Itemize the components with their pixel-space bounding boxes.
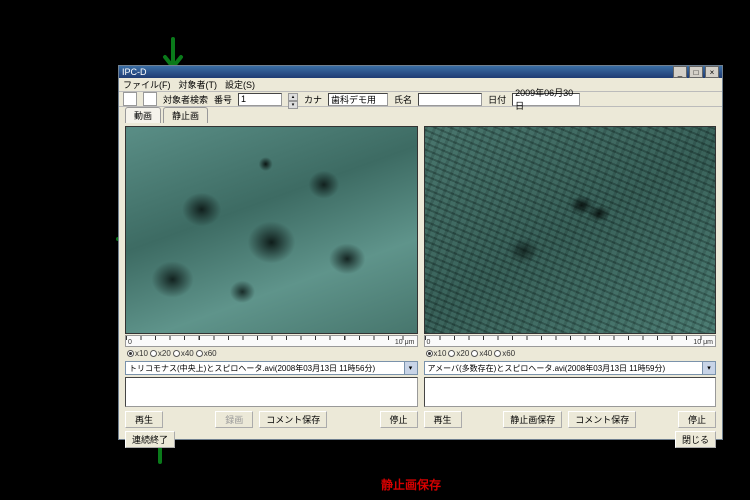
left-zoom-row: x10 x20 x40 x60 bbox=[125, 347, 418, 359]
kana-field[interactable]: 歯科デモ用 bbox=[328, 93, 388, 106]
chevron-up-icon[interactable]: ▴ bbox=[288, 93, 298, 101]
zoom-x60-radio[interactable] bbox=[196, 350, 203, 357]
search-label: 対象者検索 bbox=[163, 93, 208, 106]
window-title: IPC-D bbox=[122, 67, 673, 77]
tab-still[interactable]: 静止画 bbox=[163, 107, 208, 123]
footer-close-button[interactable]: 閉じる bbox=[675, 431, 716, 448]
left-panel: 0 10 μm x10 x20 x40 x60 トリコモナス(中央上)とスピロヘ… bbox=[125, 126, 418, 428]
left-play-button[interactable]: 再生 bbox=[125, 411, 163, 428]
zoom-x20-radio[interactable] bbox=[448, 350, 455, 357]
tab-video[interactable]: 動画 bbox=[125, 107, 161, 123]
right-save-comment-button[interactable]: コメント保存 bbox=[568, 411, 636, 428]
name-field[interactable] bbox=[418, 93, 482, 106]
maximize-button[interactable]: □ bbox=[689, 66, 703, 78]
right-zoom-row: x10 x20 x40 x60 bbox=[424, 347, 717, 359]
ruler-unit: 10 μm bbox=[693, 339, 713, 346]
zoom-x10-radio[interactable] bbox=[127, 350, 134, 357]
close-button[interactable]: × bbox=[705, 66, 719, 78]
toolbar-icon-2[interactable] bbox=[143, 92, 157, 106]
annotation-arrow-top bbox=[161, 33, 185, 67]
left-microscope-image bbox=[125, 126, 418, 334]
titlebar: IPC-D _ □ × bbox=[119, 66, 722, 78]
zoom-x40-radio[interactable] bbox=[471, 350, 478, 357]
right-save-still-button[interactable]: 静止画保存 bbox=[503, 411, 562, 428]
menu-subject[interactable]: 対象者(T) bbox=[179, 78, 218, 91]
minimize-button[interactable]: _ bbox=[673, 66, 687, 78]
left-file-dropdown-value: トリコモナス(中央上)とスピロヘータ.avi(2008年03月13日 11時56… bbox=[126, 363, 404, 374]
left-save-comment-button[interactable]: コメント保存 bbox=[259, 411, 327, 428]
left-ruler: 0 10 μm bbox=[125, 335, 418, 347]
tabs: 動画 静止画 bbox=[119, 107, 722, 123]
ruler-zero: 0 bbox=[427, 339, 431, 346]
right-file-dropdown[interactable]: アメーバ(多数存在)とスピロヘータ.avi(2008年03月13日 11時59分… bbox=[424, 361, 717, 375]
right-button-row: 再生 静止画保存 コメント保存 停止 bbox=[424, 410, 717, 428]
kana-label: カナ bbox=[304, 93, 322, 106]
number-field[interactable]: 1 bbox=[238, 93, 282, 106]
right-stop-button[interactable]: 停止 bbox=[678, 411, 716, 428]
menubar: ファイル(F) 対象者(T) 設定(S) bbox=[119, 78, 722, 92]
left-button-row: 再生 録画 コメント保存 停止 bbox=[125, 410, 418, 428]
date-label: 日付 bbox=[488, 93, 506, 106]
left-file-dropdown[interactable]: トリコモナス(中央上)とスピロヘータ.avi(2008年03月13日 11時56… bbox=[125, 361, 418, 375]
left-stop-button[interactable]: 停止 bbox=[380, 411, 418, 428]
annotation-label-still: 静止画保存 bbox=[381, 476, 441, 493]
number-label: 番号 bbox=[214, 93, 232, 106]
zoom-x60-radio[interactable] bbox=[494, 350, 501, 357]
right-ruler: 0 10 μm bbox=[424, 335, 717, 347]
right-microscope-image bbox=[424, 126, 717, 334]
menu-file[interactable]: ファイル(F) bbox=[123, 78, 171, 91]
menu-settings[interactable]: 設定(S) bbox=[225, 78, 255, 91]
right-file-dropdown-value: アメーバ(多数存在)とスピロヘータ.avi(2008年03月13日 11時59分… bbox=[425, 363, 703, 374]
finish-button[interactable]: 連続終了 bbox=[125, 431, 175, 448]
content-area: 0 10 μm x10 x20 x40 x60 トリコモナス(中央上)とスピロヘ… bbox=[119, 123, 722, 431]
name-label: 氏名 bbox=[394, 93, 412, 106]
left-record-button[interactable]: 録画 bbox=[215, 411, 253, 428]
footer: 連続終了 閉じる bbox=[119, 431, 722, 448]
ruler-zero: 0 bbox=[128, 339, 132, 346]
toolbar-icon-1[interactable] bbox=[123, 92, 137, 106]
right-panel: 0 10 μm x10 x20 x40 x60 アメーバ(多数存在)とスピロヘー… bbox=[424, 126, 717, 428]
zoom-x20-radio[interactable] bbox=[150, 350, 157, 357]
ruler-unit: 10 μm bbox=[395, 339, 415, 346]
right-comment-field[interactable] bbox=[424, 377, 717, 407]
chevron-down-icon[interactable]: ▾ bbox=[404, 362, 417, 374]
toolbar: 対象者検索 番号 1 ▴▾ カナ 歯科デモ用 氏名 日付 2009年06月30日 bbox=[119, 92, 722, 107]
zoom-x10-radio[interactable] bbox=[426, 350, 433, 357]
zoom-x40-radio[interactable] bbox=[173, 350, 180, 357]
date-field[interactable]: 2009年06月30日 bbox=[512, 93, 580, 106]
left-comment-field[interactable] bbox=[125, 377, 418, 407]
chevron-down-icon[interactable]: ▾ bbox=[702, 362, 715, 374]
number-spinner[interactable]: ▴▾ bbox=[288, 93, 298, 106]
app-window: IPC-D _ □ × ファイル(F) 対象者(T) 設定(S) 対象者検索 番… bbox=[118, 65, 723, 440]
right-play-button[interactable]: 再生 bbox=[424, 411, 462, 428]
